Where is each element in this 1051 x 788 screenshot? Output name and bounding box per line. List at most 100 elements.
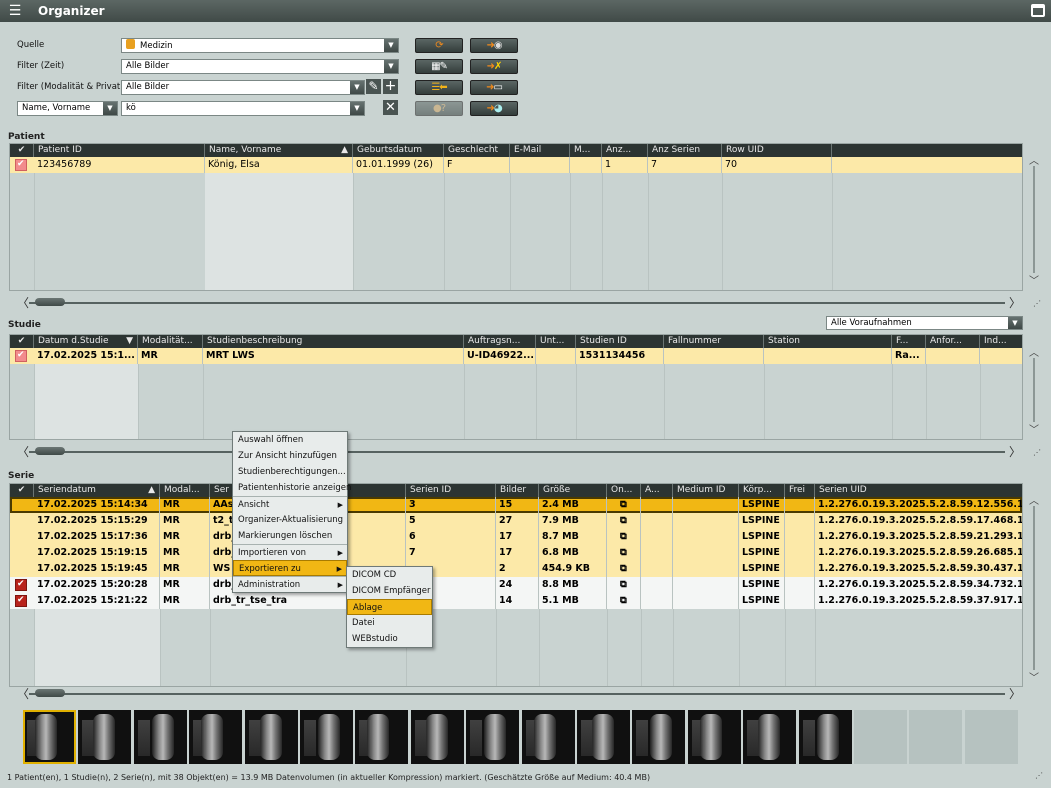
- context-menu-item[interactable]: Zur Ansicht hinzufügen: [233, 448, 347, 464]
- table-row[interactable]: 17.02.2025 15:1... MR MRT LWS U-ID46922.…: [10, 348, 1022, 364]
- image-thumbnail[interactable]: [410, 710, 464, 764]
- voraufnahmen-select[interactable]: Alle Voraufnahmen ▼: [826, 316, 1023, 330]
- context-menu-item[interactable]: Organizer-Aktualisierung: [233, 512, 347, 528]
- query-user-button[interactable]: ●?: [415, 101, 463, 116]
- col-studien-id[interactable]: Studien ID: [576, 335, 664, 348]
- col-unt[interactable]: Unt...: [536, 335, 576, 348]
- col-m[interactable]: M...: [570, 144, 602, 157]
- col-anforderung[interactable]: Anfor...: [926, 335, 980, 348]
- col-station[interactable]: Station: [764, 335, 892, 348]
- table-row[interactable]: 17.02.2025 15:14:34 MR AAs 3 15 2.4 MB ⧉ LSPINE…: [10, 497, 1022, 513]
- zeit-select[interactable]: Alle Bilder ▼: [121, 59, 399, 74]
- context-menu-item[interactable]: Exportieren zu ▶: [233, 560, 347, 576]
- patient-vscroll[interactable]: ︿ ﹀: [1028, 152, 1040, 287]
- col-name[interactable]: Name, Vorname ▲: [205, 144, 353, 157]
- col-row-uid[interactable]: Row UID: [722, 144, 832, 157]
- image-thumbnail[interactable]: [687, 710, 741, 764]
- export-folder-button[interactable]: ➜▭: [470, 80, 518, 95]
- table-edit-button[interactable]: ▦✎: [415, 59, 463, 74]
- context-menu-item[interactable]: Administration ▶: [233, 576, 347, 592]
- scroll-thumb[interactable]: [35, 298, 65, 306]
- context-menu-item[interactable]: Studienberechtigungen...: [233, 464, 347, 480]
- col-auftragsnummer[interactable]: Auftragsn...: [464, 335, 536, 348]
- chevron-down-icon[interactable]: ▼: [384, 60, 398, 73]
- col-serien-id[interactable]: Serien ID: [406, 484, 496, 497]
- submenu-item[interactable]: Ablage: [347, 599, 432, 615]
- image-thumbnail[interactable]: [300, 710, 353, 764]
- table-row[interactable]: 17.02.2025 15:17:36 MR drb_ 6 17 8.7 MB ⧉ LSPIN…: [10, 529, 1022, 545]
- series-hscroll[interactable]: 〈〉: [9, 687, 1023, 701]
- resize-grip-icon[interactable]: ⋰: [1035, 772, 1045, 784]
- check-all-icon[interactable]: ✔: [10, 144, 34, 157]
- submenu-item[interactable]: DICOM Empfänger: [347, 583, 432, 599]
- edit-filter-icon[interactable]: ✎: [366, 79, 381, 94]
- search-field-select[interactable]: Name, Vorname ▼: [17, 101, 118, 116]
- image-thumbnail[interactable]: [798, 710, 852, 764]
- clear-search-icon[interactable]: ✕: [383, 100, 398, 115]
- col-modalitaet[interactable]: Modal...: [160, 484, 210, 497]
- submenu-item[interactable]: Datei: [347, 615, 432, 631]
- context-menu-item[interactable]: Patientenhistorie anzeigen: [233, 480, 351, 496]
- modal-select[interactable]: Alle Bilder ▼: [121, 80, 365, 95]
- table-row[interactable]: 17.02.2025 15:15:29 MR t2_t 5 27 7.9 MB ⧉ LSPIN…: [10, 513, 1022, 529]
- resize-grip-icon[interactable]: ⋰: [1033, 449, 1043, 461]
- context-menu-item[interactable]: Ansicht ▶: [233, 496, 347, 512]
- search-input[interactable]: kö ▼: [121, 101, 365, 116]
- maximize-button[interactable]: [1031, 4, 1045, 17]
- export-cd-button[interactable]: ➜◉: [470, 38, 518, 53]
- row-checkbox[interactable]: [15, 579, 27, 591]
- scroll-thumb[interactable]: [35, 689, 65, 697]
- image-thumbnail[interactable]: [78, 710, 132, 764]
- col-modalitaet[interactable]: Modalität...: [138, 335, 203, 348]
- chevron-down-icon[interactable]: ▼: [384, 39, 398, 52]
- import-list-button[interactable]: ☰⬅: [415, 80, 463, 95]
- col-geschlecht[interactable]: Geschlecht: [444, 144, 510, 157]
- col-studienbeschreibung[interactable]: Studienbeschreibung: [203, 335, 464, 348]
- col-medium-id[interactable]: Medium ID: [673, 484, 739, 497]
- image-thumbnail[interactable]: [133, 710, 187, 764]
- col-ind[interactable]: Ind...: [980, 335, 1022, 348]
- study-vscroll[interactable]: ︿ ﹀: [1028, 344, 1040, 436]
- scroll-thumb[interactable]: [35, 447, 65, 455]
- chevron-down-icon[interactable]: ▼: [1008, 317, 1022, 329]
- submenu-item[interactable]: WEBstudio: [347, 631, 432, 647]
- image-thumbnail[interactable]: [632, 710, 686, 764]
- table-row[interactable]: 17.02.2025 15:20:28MRdrb_248.8 MB⧉LSPINE…: [10, 577, 1022, 593]
- col-a[interactable]: A...: [641, 484, 673, 497]
- chevron-down-icon[interactable]: ▼: [350, 102, 364, 115]
- context-menu-item[interactable]: Auswahl öffnen: [233, 432, 347, 448]
- table-row[interactable]: 17.02.2025 15:21:22MRdrb_tr_tse_tra145.1…: [10, 593, 1022, 609]
- image-thumbnail[interactable]: [244, 710, 298, 764]
- col-seriendatum[interactable]: Seriendatum ▲: [34, 484, 160, 497]
- col-email[interactable]: E-Mail: [510, 144, 570, 157]
- col-f[interactable]: F...: [892, 335, 926, 348]
- refresh-button[interactable]: ⟳: [415, 38, 463, 53]
- col-datum-studie[interactable]: Datum d.Studie ▼: [34, 335, 138, 348]
- resize-grip-icon[interactable]: ⋰: [1033, 300, 1043, 312]
- add-filter-icon[interactable]: +: [383, 79, 398, 94]
- submenu-item[interactable]: DICOM CD: [347, 567, 432, 583]
- table-row[interactable]: 17.02.2025 15:19:15 MR drb_ 7 17 6.8 MB ⧉ LSPIN…: [10, 545, 1022, 561]
- export-tool-button[interactable]: ➜✗: [470, 59, 518, 74]
- table-row[interactable]: 17.02.2025 15:19:45 MR WS 2 454.9 KB ⧉ LSPINE 1…: [10, 561, 1022, 577]
- context-menu-item[interactable]: Markierungen löschen: [233, 528, 347, 544]
- image-thumbnail[interactable]: [577, 710, 630, 764]
- col-koerperteil[interactable]: Körp...: [739, 484, 785, 497]
- col-anz-studien[interactable]: Anz...: [602, 144, 648, 157]
- image-thumbnail[interactable]: [521, 710, 575, 764]
- image-thumbnail[interactable]: [355, 710, 409, 764]
- col-bilder[interactable]: Bilder: [496, 484, 539, 497]
- study-hscroll[interactable]: 〈〉: [9, 445, 1023, 459]
- check-all-icon[interactable]: ✔: [10, 484, 34, 497]
- col-fallnummer[interactable]: Fallnummer: [664, 335, 764, 348]
- col-patient-id[interactable]: Patient ID: [34, 144, 205, 157]
- series-vscroll[interactable]: ︿ ﹀: [1028, 492, 1040, 684]
- quelle-select[interactable]: Medizin ▼: [121, 38, 399, 53]
- col-online[interactable]: On...: [607, 484, 641, 497]
- chevron-down-icon[interactable]: ▼: [103, 102, 117, 115]
- image-thumbnail[interactable]: [466, 710, 520, 764]
- image-thumbnail[interactable]: [23, 710, 76, 764]
- col-anz-serien[interactable]: Anz Serien: [648, 144, 722, 157]
- table-row[interactable]: 123456789 König, Elsa 01.01.1999 (26) F …: [10, 157, 1022, 173]
- image-thumbnail[interactable]: [743, 710, 797, 764]
